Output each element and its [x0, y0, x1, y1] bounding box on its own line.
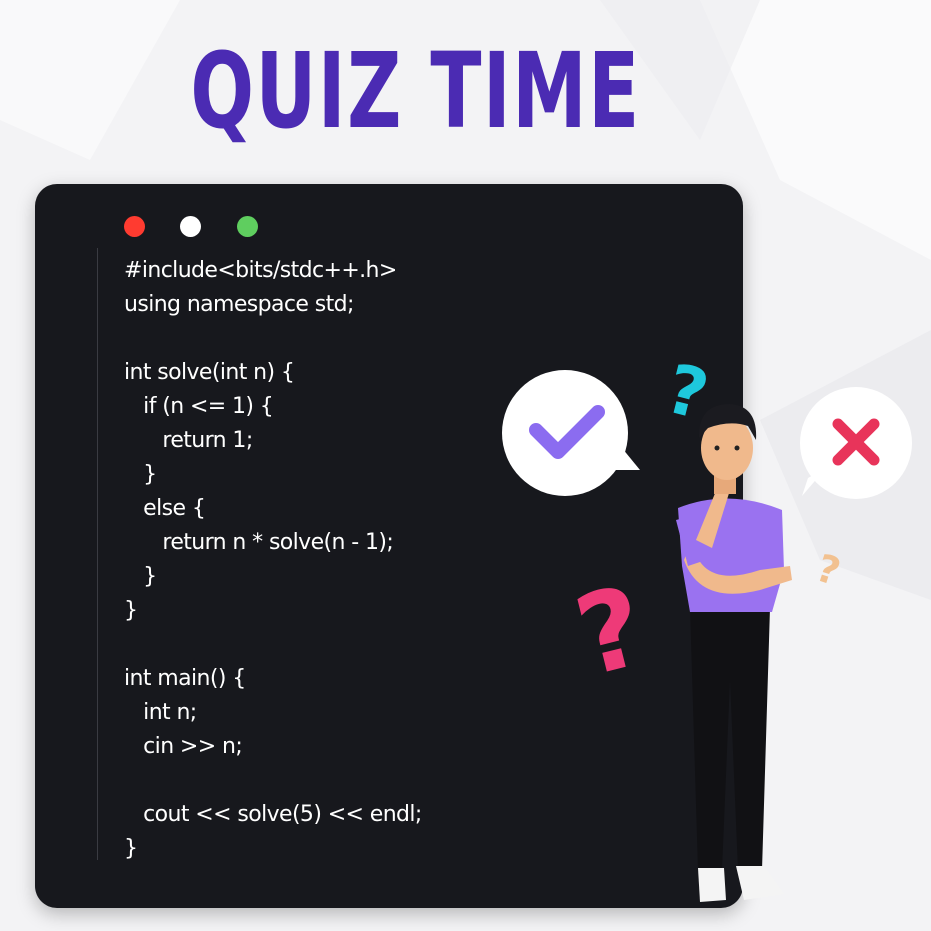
person-figure: [676, 404, 792, 902]
svg-text:?: ?: [811, 546, 846, 595]
cross-bubble-icon: [800, 387, 912, 499]
question-mark-icon: ?: [811, 546, 846, 595]
question-mark-icon: ?: [564, 562, 657, 702]
svg-text:?: ?: [564, 562, 657, 702]
check-bubble-icon: [502, 370, 640, 496]
thinking-person-illustration: ? ? ?: [502, 350, 912, 902]
